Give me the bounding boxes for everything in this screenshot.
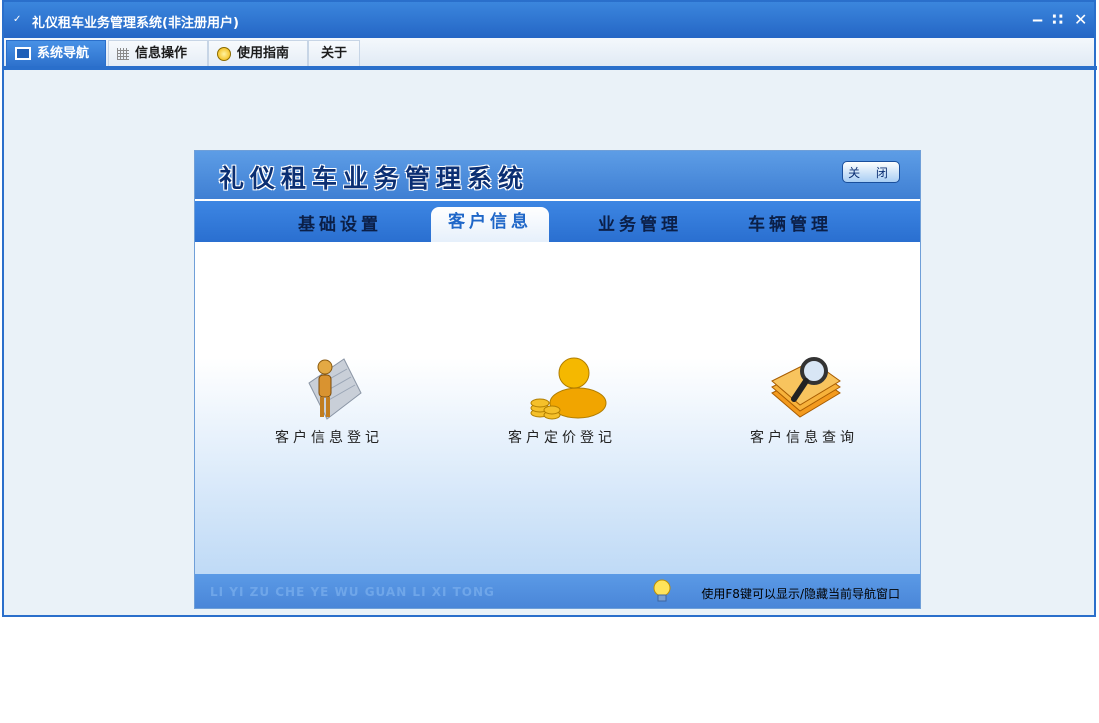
- bulb-icon: [217, 46, 231, 61]
- grid-icon: [117, 47, 129, 60]
- close-button[interactable]: 关 闭: [842, 161, 900, 183]
- customer-pricing-icon: [522, 353, 607, 423]
- tab-about[interactable]: 关于: [308, 40, 360, 68]
- restore-icon[interactable]: ∷: [1052, 10, 1063, 29]
- panel-footer: LI YI ZU CHE YE WU GUAN LI XI TONG 使用F8键…: [195, 574, 920, 608]
- feature-label: 客户信息查询: [750, 430, 858, 446]
- feature-label: 客户信息登记: [275, 430, 383, 446]
- close-window-icon[interactable]: ✕: [1074, 10, 1087, 29]
- tab-label: 使用指南: [237, 46, 290, 61]
- feature-customer-search[interactable]: 客户信息查询: [714, 353, 894, 447]
- feature-label: 客户定价登记: [508, 430, 616, 446]
- customer-search-icon: [764, 353, 844, 423]
- tab-vehicle-management[interactable]: 车辆管理: [748, 210, 832, 235]
- app-icon: ✓: [13, 14, 22, 25]
- tab-label: 系统导航: [37, 46, 90, 61]
- lightbulb-icon: [651, 578, 673, 604]
- tab-user-guide[interactable]: 使用指南: [208, 40, 308, 68]
- navigation-panel: 礼仪租车业务管理系统 关 闭 基础设置 客户信息 业务管理 车辆管理 客户信息登…: [194, 150, 921, 609]
- title-bar: ✓ 礼仪租车业务管理系统(非注册用户) ‒ ∷ ✕: [4, 2, 1094, 38]
- monitor-icon: [15, 47, 31, 60]
- feature-customer-pricing[interactable]: 客户定价登记: [472, 353, 652, 447]
- tab-basic-settings[interactable]: 基础设置: [298, 210, 382, 235]
- window-title: 礼仪租车业务管理系统(非注册用户): [32, 16, 239, 31]
- tab-system-navigation[interactable]: 系统导航: [6, 40, 106, 68]
- tab-label: 信息操作: [135, 46, 188, 61]
- tab-label: 关于: [321, 46, 348, 61]
- tab-business-management[interactable]: 业务管理: [598, 210, 682, 235]
- tab-customer-info[interactable]: 客户信息: [431, 207, 549, 242]
- panel-content: 客户信息登记 客户定价登记 客户信息查询: [195, 242, 920, 574]
- tab-info-operation[interactable]: 信息操作: [108, 40, 208, 68]
- footer-hint: 使用F8键可以显示/隐藏当前导航窗口: [701, 587, 900, 601]
- menu-divider: [2, 66, 1097, 70]
- customer-register-icon: [289, 353, 369, 423]
- panel-header: 礼仪租车业务管理系统 关 闭: [195, 151, 920, 199]
- feature-customer-register[interactable]: 客户信息登记: [239, 353, 419, 447]
- footer-pinyin: LI YI ZU CHE YE WU GUAN LI XI TONG: [210, 585, 495, 599]
- menu-bar: 系统导航 信息操作 使用指南 关于: [4, 38, 1094, 68]
- panel-title: 礼仪租车业务管理系统: [219, 164, 530, 193]
- panel-tab-row: 基础设置 客户信息 业务管理 车辆管理: [195, 201, 920, 242]
- minimize-icon[interactable]: ‒: [1032, 10, 1043, 29]
